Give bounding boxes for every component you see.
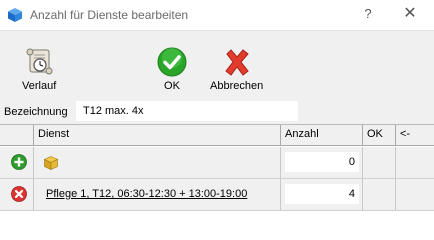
checkmark-icon bbox=[157, 47, 187, 77]
column-header-arrow[interactable]: <- bbox=[396, 125, 434, 146]
ok-button[interactable]: OK bbox=[156, 46, 188, 96]
anzahl-input[interactable]: 4 bbox=[285, 184, 359, 204]
bezeichnung-input[interactable]: T12 max. 4x bbox=[76, 101, 298, 121]
abbrechen-button[interactable]: Abbrechen bbox=[210, 46, 263, 96]
bezeichnung-label: Bezeichnung bbox=[4, 106, 68, 118]
toolbar: Verlauf OK Abbrechen bbox=[0, 30, 434, 97]
verlauf-label: Verlauf bbox=[22, 80, 57, 92]
abbrechen-label: Abbrechen bbox=[210, 80, 264, 92]
column-header-ok[interactable]: OK bbox=[363, 125, 396, 146]
table-row: 0 bbox=[0, 147, 434, 179]
ok-label: OK bbox=[164, 80, 180, 92]
help-button[interactable]: ? bbox=[356, 2, 380, 26]
add-icon[interactable] bbox=[11, 154, 27, 170]
scroll-clock-icon bbox=[26, 48, 53, 75]
bezeichnung-row: Bezeichnung T12 max. 4x bbox=[0, 97, 434, 124]
grid-header: Dienst Anzahl OK <- bbox=[0, 125, 434, 146]
anzahl-input[interactable]: 0 bbox=[285, 152, 359, 172]
column-header-dienst[interactable]: Dienst bbox=[34, 125, 281, 146]
dienst-link[interactable]: Pflege 1, T12, 06:30-12:30 + 13:00-19:00 bbox=[46, 188, 247, 200]
cube-app-icon bbox=[8, 8, 22, 22]
table-row: Pflege 1, T12, 06:30-12:30 + 13:00-19:00… bbox=[0, 179, 434, 211]
window-title: Anzahl für Dienste bearbeiten bbox=[30, 8, 189, 22]
close-button[interactable]: ✕ bbox=[398, 2, 422, 26]
dienste-grid: Dienst Anzahl OK <- 0 Pflege 1, T12, 06:… bbox=[0, 124, 434, 216]
column-header-anzahl[interactable]: Anzahl bbox=[281, 125, 363, 146]
header-spacer bbox=[0, 125, 34, 146]
package-box-icon bbox=[43, 156, 59, 170]
title-bar: Anzahl für Dienste bearbeiten ? ✕ bbox=[0, 0, 434, 30]
verlauf-button[interactable]: Verlauf bbox=[22, 46, 56, 96]
delete-icon[interactable] bbox=[11, 186, 27, 202]
cancel-x-icon bbox=[224, 49, 249, 76]
